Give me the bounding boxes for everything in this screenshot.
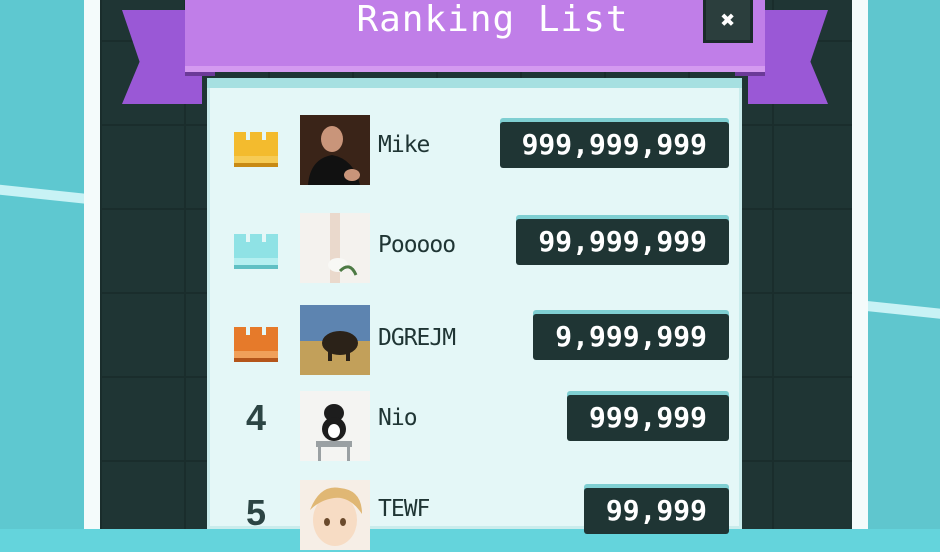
background-left: [0, 0, 90, 529]
rank-badge: 5: [227, 488, 285, 538]
player-name: DGREJM: [378, 325, 456, 351]
background-right: [862, 0, 940, 529]
ranking-row: DGREJM 9,999,999: [207, 298, 742, 378]
bronze-crown-icon: [234, 327, 278, 362]
silver-crown-icon: [234, 234, 278, 269]
rank-number: 5: [245, 492, 267, 533]
close-button[interactable]: ✖: [703, 0, 753, 43]
ranking-row: 5 TEWF 99,999: [207, 472, 742, 552]
avatar: [300, 213, 370, 283]
player-score: 999,999: [566, 395, 729, 441]
player-score: 999,999,999: [499, 122, 729, 168]
close-icon: ✖: [720, 6, 736, 34]
avatar: [300, 305, 370, 375]
rank-badge: 4: [227, 393, 285, 443]
sheet-top-edge: [207, 78, 742, 88]
player-name: Pooooo: [378, 232, 456, 258]
rank-number: 4: [245, 397, 267, 438]
ranking-row: 4 Nio 999,999: [207, 383, 742, 463]
player-name: Mike: [378, 132, 430, 158]
player-name: Nio: [378, 405, 418, 431]
player-score: 9,999,999: [533, 314, 729, 360]
player-score: 99,999: [583, 488, 729, 534]
ranking-row: Pooooo 99,999,999: [207, 205, 742, 285]
avatar: [300, 391, 370, 461]
ranking-row: Mike 999,999,999: [207, 108, 742, 188]
gold-crown-icon: [234, 132, 278, 167]
avatar: [300, 480, 370, 550]
rank-badge: [227, 318, 285, 368]
player-name: TEWF: [378, 496, 430, 522]
avatar: [300, 115, 370, 185]
rank-badge: [227, 123, 285, 173]
rank-badge: [227, 225, 285, 275]
player-score: 99,999,999: [516, 219, 729, 265]
